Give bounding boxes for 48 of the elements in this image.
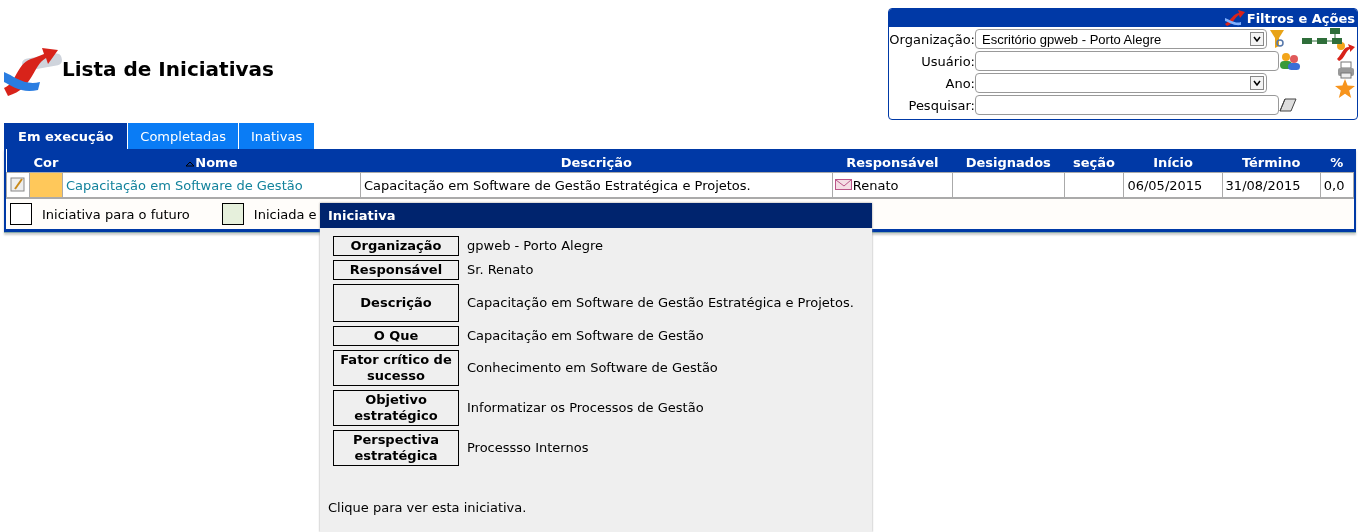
chart-star-icon[interactable] (1335, 41, 1355, 61)
tab[interactable]: Inativas (238, 123, 315, 149)
field-value: gpweb - Porto Alegre (467, 238, 603, 254)
users-icon[interactable] (1279, 52, 1301, 70)
field-value: Capacitação em Software de Gestão Estratégica e Projetos. (467, 295, 854, 311)
field-label: Perspectiva estratégica (333, 430, 459, 466)
table-cell: Capacitação em Software de Gestão Estratégica e Projetos. (360, 172, 833, 198)
field-value: Sr. Renato (467, 262, 534, 278)
legend-label: Iniciativa para o futuro (42, 206, 190, 222)
field-label: Organização (333, 236, 459, 256)
column-header[interactable]: Nome (195, 155, 238, 170)
field-label: Ano: (944, 75, 975, 91)
field-label: Usuário: (920, 53, 975, 69)
page-title: Lista de Iniciativas (62, 57, 274, 81)
input-field[interactable] (975, 95, 1279, 115)
field-label: Responsável (333, 260, 459, 280)
dropdown[interactable] (975, 73, 1267, 93)
field-value: Capacitação em Software de Gestão (467, 328, 704, 344)
field-value: Processso Internos (467, 440, 589, 456)
table-cell: 31/08/2015 (1222, 172, 1321, 198)
dropdown[interactable]: Escritório gpweb - Porto Alegre (975, 29, 1267, 49)
tab[interactable]: Completadas (128, 123, 238, 149)
tab[interactable]: Em execução (4, 123, 128, 149)
sort-arrow-icon[interactable] (185, 161, 196, 167)
star-icon[interactable] (1335, 79, 1355, 98)
table-cell: Renato (852, 178, 899, 193)
tooltip-title: Iniciativa (320, 203, 872, 228)
field-value: Conhecimento em Software de Gestão (467, 360, 718, 376)
legend-label: Iniciada e (253, 206, 317, 222)
envelope-icon[interactable] (834, 177, 853, 190)
input-field[interactable] (975, 51, 1279, 71)
field-label: Objetivo estratégico (333, 390, 459, 426)
funnel-icon[interactable] (1269, 29, 1285, 49)
eraser-icon[interactable] (1279, 98, 1297, 112)
table-cell: 06/05/2015 (1123, 172, 1223, 198)
field-label: Organização: (889, 31, 975, 47)
table-cell: 0,0 (1320, 172, 1354, 198)
field-label: O Que (333, 326, 459, 346)
edit-icon[interactable] (10, 175, 26, 192)
tooltip-hint: Clique para ver esta iniciativa. (327, 499, 528, 515)
chart-arrow-icon (1224, 10, 1245, 26)
field-label: Pesquisar: (907, 97, 975, 113)
field-label: Descrição (333, 284, 459, 322)
field-label: Fator crítico de sucesso (333, 350, 459, 386)
field-value: Informatizar os Processos de Gestão (467, 400, 704, 416)
column-header[interactable]: Descrição (560, 155, 632, 170)
printer-icon[interactable] (1337, 61, 1355, 79)
panel-title: Filtros e Ações (1246, 10, 1355, 26)
